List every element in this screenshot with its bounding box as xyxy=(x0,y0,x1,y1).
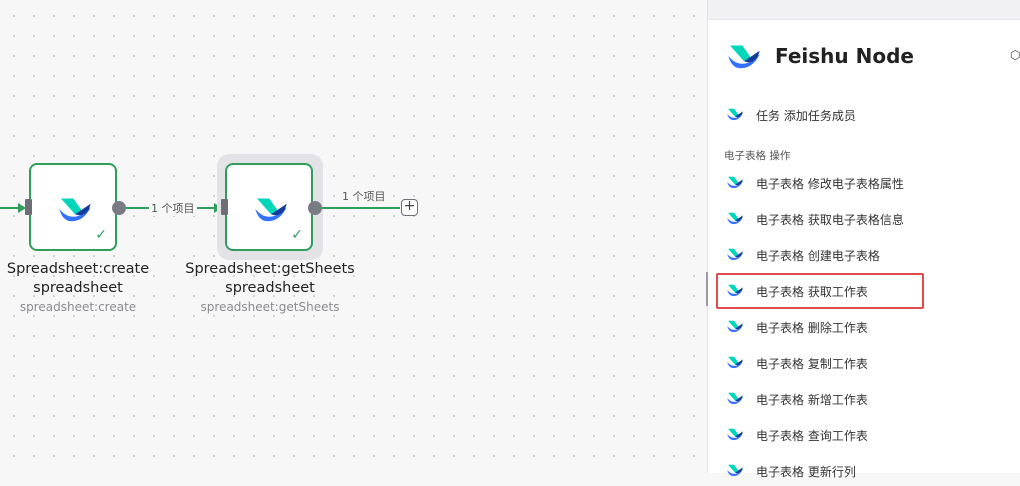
edge-item-count-label: 1 个项目 xyxy=(340,188,388,204)
node-title: Spreadsheet:getSheets spreadsheet xyxy=(170,260,370,298)
feishu-logo-icon xyxy=(726,247,744,261)
node-subtitle: spreadsheet:getSheets xyxy=(200,300,340,314)
selection-indicator xyxy=(706,272,708,306)
feishu-logo-icon xyxy=(726,391,744,405)
node-title-line: Spreadsheet:getSheets xyxy=(185,261,355,277)
check-icon: ✓ xyxy=(95,227,107,243)
node-title-line: spreadsheet xyxy=(33,280,123,296)
edge-incoming xyxy=(0,207,20,209)
node-input-port[interactable] xyxy=(25,199,32,215)
feishu-logo-icon xyxy=(726,427,744,441)
feishu-logo-icon xyxy=(253,195,289,223)
feishu-logo-icon xyxy=(726,463,744,477)
action-item-label: 任务 添加任务成员 xyxy=(756,109,856,123)
panel-title: Feishu Node xyxy=(775,44,914,68)
feishu-logo-icon xyxy=(726,319,744,333)
action-item-label: 电子表格 获取电子表格信息 xyxy=(756,213,904,227)
action-item[interactable]: 电子表格 复制工作表 xyxy=(724,348,1004,378)
action-item-label: 电子表格 复制工作表 xyxy=(756,357,868,371)
feishu-logo-icon xyxy=(726,42,762,70)
check-icon: ✓ xyxy=(291,227,303,243)
action-item-task[interactable]: 任务 添加任务成员 xyxy=(724,100,1004,130)
action-item-label: 电子表格 修改电子表格属性 xyxy=(756,177,904,191)
feishu-logo-icon xyxy=(726,107,744,121)
action-item[interactable]: 电子表格 删除工作表 xyxy=(724,312,1004,342)
add-node-button[interactable]: + xyxy=(401,199,418,216)
section-label: 电子表格 操作 xyxy=(724,150,791,162)
action-item[interactable]: 电子表格 新增工作表 xyxy=(724,384,1004,414)
node-title-line: spreadsheet xyxy=(225,280,315,296)
cube-icon[interactable]: ⬡ xyxy=(1010,48,1020,62)
node-output-port[interactable] xyxy=(112,201,126,215)
action-item-label: 电子表格 新增工作表 xyxy=(756,393,868,407)
action-item[interactable]: 电子表格 获取电子表格信息 xyxy=(724,204,1004,234)
edge-item-count-label: 1 个项目 xyxy=(149,200,197,216)
feishu-logo-icon xyxy=(57,195,93,223)
feishu-logo-icon xyxy=(726,211,744,225)
action-item[interactable]: 电子表格 修改电子表格属性 xyxy=(724,168,1004,198)
feishu-logo-icon xyxy=(726,175,744,189)
node-title: Spreadsheet:create spreadsheet xyxy=(0,260,166,298)
node-title-line: Spreadsheet:create xyxy=(6,261,150,277)
action-item-label: 电子表格 更新行列 xyxy=(756,465,856,479)
node-output-port[interactable] xyxy=(308,201,322,215)
workflow-canvas[interactable]: ✓ 1 个项目 ✓ 1 个项目 + Spreadsheet:create spr… xyxy=(0,0,707,473)
node-input-port[interactable] xyxy=(221,199,228,215)
action-item[interactable]: 电子表格 查询工作表 xyxy=(724,420,1004,450)
node-subtitle: spreadsheet:create xyxy=(19,300,137,314)
panel-top-bar xyxy=(708,0,1020,20)
node-spreadsheet-getsheets[interactable]: ✓ xyxy=(225,163,313,251)
action-item-label: 电子表格 删除工作表 xyxy=(756,321,868,335)
action-item[interactable]: 电子表格 创建电子表格 xyxy=(724,240,1004,270)
node-spreadsheet-create[interactable]: ✓ xyxy=(29,163,117,251)
action-item[interactable]: 电子表格 更新行列 xyxy=(724,456,1004,486)
node-selector-panel: Feishu Node ⬡ 任务 添加任务成员 电子表格 操作 电子表格 修改电… xyxy=(707,0,1020,479)
action-item-label: 电子表格 创建电子表格 xyxy=(756,249,880,263)
feishu-logo-icon xyxy=(726,355,744,369)
edge-node2-add[interactable] xyxy=(322,207,400,209)
highlight-annotation-box xyxy=(716,273,924,309)
action-item-label: 电子表格 查询工作表 xyxy=(756,429,868,443)
